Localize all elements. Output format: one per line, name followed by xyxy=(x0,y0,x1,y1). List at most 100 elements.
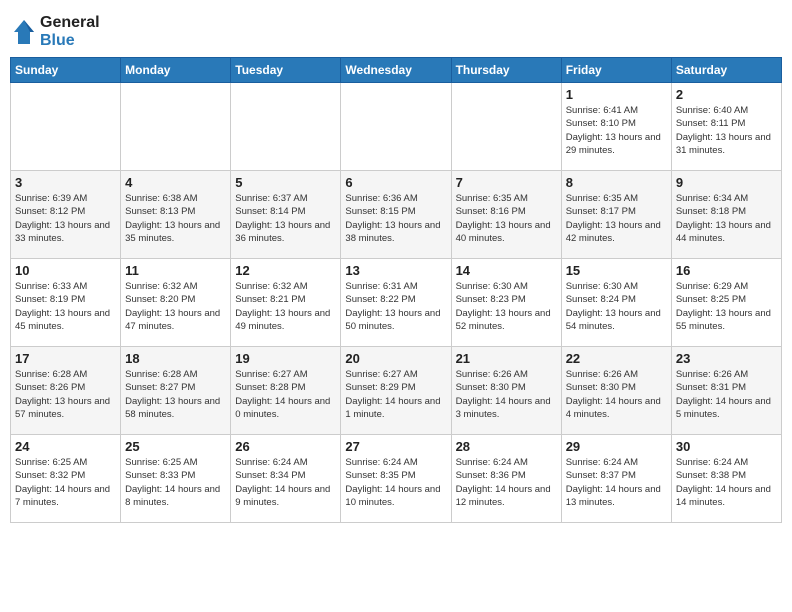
day-info: Sunrise: 6:26 AMSunset: 8:30 PMDaylight:… xyxy=(456,368,557,421)
day-number: 17 xyxy=(15,351,116,366)
calendar-cell: 18 Sunrise: 6:28 AMSunset: 8:27 PMDayligh… xyxy=(121,347,231,435)
calendar-cell: 29 Sunrise: 6:24 AMSunset: 8:37 PMDayligh… xyxy=(561,435,671,523)
calendar-cell xyxy=(121,83,231,171)
day-info: Sunrise: 6:37 AMSunset: 8:14 PMDaylight:… xyxy=(235,192,336,245)
logo-general: General xyxy=(40,14,100,32)
calendar-cell: 30 Sunrise: 6:24 AMSunset: 8:38 PMDayligh… xyxy=(671,435,781,523)
calendar-cell: 9Sunrise: 6:34 AMSunset: 8:18 PMDaylight… xyxy=(671,171,781,259)
calendar-cell: 1 Sunrise: 6:41 AMSunset: 8:10 PMDaylight… xyxy=(561,83,671,171)
day-number: 6 xyxy=(345,175,446,190)
day-info: Sunrise: 6:34 AMSunset: 8:18 PMDaylight:… xyxy=(676,192,777,245)
day-info: Sunrise: 6:28 AMSunset: 8:27 PMDaylight:… xyxy=(125,368,226,421)
calendar-cell: 17 Sunrise: 6:28 AMSunset: 8:26 PMDayligh… xyxy=(11,347,121,435)
day-number: 3 xyxy=(15,175,116,190)
day-number: 2 xyxy=(676,87,777,102)
day-info: Sunrise: 6:35 AMSunset: 8:16 PMDaylight:… xyxy=(456,192,557,245)
day-number: 28 xyxy=(456,439,557,454)
day-number: 21 xyxy=(456,351,557,366)
day-number: 22 xyxy=(566,351,667,366)
calendar-cell: 23Sunrise: 6:26 AMSunset: 8:31 PMDayligh… xyxy=(671,347,781,435)
day-number: 13 xyxy=(345,263,446,278)
calendar-cell: 25 Sunrise: 6:25 AMSunset: 8:33 PMDayligh… xyxy=(121,435,231,523)
day-info: Sunrise: 6:25 AMSunset: 8:32 PMDaylight:… xyxy=(15,456,116,509)
day-info: Sunrise: 6:35 AMSunset: 8:17 PMDaylight:… xyxy=(566,192,667,245)
calendar-cell: 20 Sunrise: 6:27 AMSunset: 8:29 PMDayligh… xyxy=(341,347,451,435)
calendar-cell: 6 Sunrise: 6:36 AMSunset: 8:15 PMDaylight… xyxy=(341,171,451,259)
day-number: 23 xyxy=(676,351,777,366)
day-info: Sunrise: 6:27 AMSunset: 8:29 PMDaylight:… xyxy=(345,368,446,421)
day-info: Sunrise: 6:30 AMSunset: 8:24 PMDaylight:… xyxy=(566,280,667,333)
day-number: 20 xyxy=(345,351,446,366)
day-info: Sunrise: 6:39 AMSunset: 8:12 PMDaylight:… xyxy=(15,192,116,245)
calendar-cell xyxy=(11,83,121,171)
day-number: 19 xyxy=(235,351,336,366)
day-number: 29 xyxy=(566,439,667,454)
calendar-cell: 13 Sunrise: 6:31 AMSunset: 8:22 PMDayligh… xyxy=(341,259,451,347)
weekday-header-sunday: Sunday xyxy=(11,58,121,83)
day-info: Sunrise: 6:33 AMSunset: 8:19 PMDaylight:… xyxy=(15,280,116,333)
calendar-cell: 27 Sunrise: 6:24 AMSunset: 8:35 PMDayligh… xyxy=(341,435,451,523)
day-number: 4 xyxy=(125,175,226,190)
weekday-header-thursday: Thursday xyxy=(451,58,561,83)
calendar-cell: 14 Sunrise: 6:30 AMSunset: 8:23 PMDayligh… xyxy=(451,259,561,347)
logo-graphic: General Blue xyxy=(10,14,100,49)
day-info: Sunrise: 6:36 AMSunset: 8:15 PMDaylight:… xyxy=(345,192,446,245)
day-info: Sunrise: 6:24 AMSunset: 8:36 PMDaylight:… xyxy=(456,456,557,509)
day-info: Sunrise: 6:27 AMSunset: 8:28 PMDaylight:… xyxy=(235,368,336,421)
day-number: 1 xyxy=(566,87,667,102)
calendar-cell: 22 Sunrise: 6:26 AMSunset: 8:30 PMDayligh… xyxy=(561,347,671,435)
calendar-cell: 7Sunrise: 6:35 AMSunset: 8:16 PMDaylight… xyxy=(451,171,561,259)
day-info: Sunrise: 6:28 AMSunset: 8:26 PMDaylight:… xyxy=(15,368,116,421)
logo-icon xyxy=(10,18,38,46)
day-info: Sunrise: 6:32 AMSunset: 8:21 PMDaylight:… xyxy=(235,280,336,333)
day-number: 12 xyxy=(235,263,336,278)
calendar-cell: 26Sunrise: 6:24 AMSunset: 8:34 PMDayligh… xyxy=(231,435,341,523)
day-number: 15 xyxy=(566,263,667,278)
day-number: 27 xyxy=(345,439,446,454)
page-header: General Blue xyxy=(10,10,782,49)
calendar-cell: 16 Sunrise: 6:29 AMSunset: 8:25 PMDayligh… xyxy=(671,259,781,347)
calendar-cell: 5 Sunrise: 6:37 AMSunset: 8:14 PMDaylight… xyxy=(231,171,341,259)
day-number: 18 xyxy=(125,351,226,366)
day-number: 8 xyxy=(566,175,667,190)
calendar-cell xyxy=(341,83,451,171)
calendar-cell: 28 Sunrise: 6:24 AMSunset: 8:36 PMDayligh… xyxy=(451,435,561,523)
calendar-cell: 3 Sunrise: 6:39 AMSunset: 8:12 PMDaylight… xyxy=(11,171,121,259)
day-number: 14 xyxy=(456,263,557,278)
calendar-cell: 10 Sunrise: 6:33 AMSunset: 8:19 PMDayligh… xyxy=(11,259,121,347)
calendar-cell: 24Sunrise: 6:25 AMSunset: 8:32 PMDayligh… xyxy=(11,435,121,523)
day-number: 5 xyxy=(235,175,336,190)
day-info: Sunrise: 6:41 AMSunset: 8:10 PMDaylight:… xyxy=(566,104,667,157)
day-info: Sunrise: 6:29 AMSunset: 8:25 PMDaylight:… xyxy=(676,280,777,333)
day-info: Sunrise: 6:31 AMSunset: 8:22 PMDaylight:… xyxy=(345,280,446,333)
day-info: Sunrise: 6:25 AMSunset: 8:33 PMDaylight:… xyxy=(125,456,226,509)
calendar-cell: 2 Sunrise: 6:40 AMSunset: 8:11 PMDaylight… xyxy=(671,83,781,171)
calendar-table: SundayMondayTuesdayWednesdayThursdayFrid… xyxy=(10,57,782,523)
day-info: Sunrise: 6:40 AMSunset: 8:11 PMDaylight:… xyxy=(676,104,777,157)
day-number: 11 xyxy=(125,263,226,278)
day-info: Sunrise: 6:26 AMSunset: 8:30 PMDaylight:… xyxy=(566,368,667,421)
day-number: 26 xyxy=(235,439,336,454)
calendar-cell: 12 Sunrise: 6:32 AMSunset: 8:21 PMDayligh… xyxy=(231,259,341,347)
day-info: Sunrise: 6:24 AMSunset: 8:35 PMDaylight:… xyxy=(345,456,446,509)
day-number: 25 xyxy=(125,439,226,454)
weekday-header-friday: Friday xyxy=(561,58,671,83)
weekday-header-monday: Monday xyxy=(121,58,231,83)
calendar-cell: 19 Sunrise: 6:27 AMSunset: 8:28 PMDayligh… xyxy=(231,347,341,435)
calendar-cell: 15 Sunrise: 6:30 AMSunset: 8:24 PMDayligh… xyxy=(561,259,671,347)
weekday-header-saturday: Saturday xyxy=(671,58,781,83)
day-number: 30 xyxy=(676,439,777,454)
day-number: 16 xyxy=(676,263,777,278)
weekday-header-tuesday: Tuesday xyxy=(231,58,341,83)
calendar-cell: 21 Sunrise: 6:26 AMSunset: 8:30 PMDayligh… xyxy=(451,347,561,435)
calendar-cell: 8 Sunrise: 6:35 AMSunset: 8:17 PMDaylight… xyxy=(561,171,671,259)
day-info: Sunrise: 6:24 AMSunset: 8:38 PMDaylight:… xyxy=(676,456,777,509)
weekday-header-wednesday: Wednesday xyxy=(341,58,451,83)
calendar-cell xyxy=(451,83,561,171)
day-info: Sunrise: 6:32 AMSunset: 8:20 PMDaylight:… xyxy=(125,280,226,333)
day-number: 10 xyxy=(15,263,116,278)
logo: General Blue xyxy=(10,14,100,49)
day-info: Sunrise: 6:38 AMSunset: 8:13 PMDaylight:… xyxy=(125,192,226,245)
day-info: Sunrise: 6:24 AMSunset: 8:37 PMDaylight:… xyxy=(566,456,667,509)
day-info: Sunrise: 6:30 AMSunset: 8:23 PMDaylight:… xyxy=(456,280,557,333)
